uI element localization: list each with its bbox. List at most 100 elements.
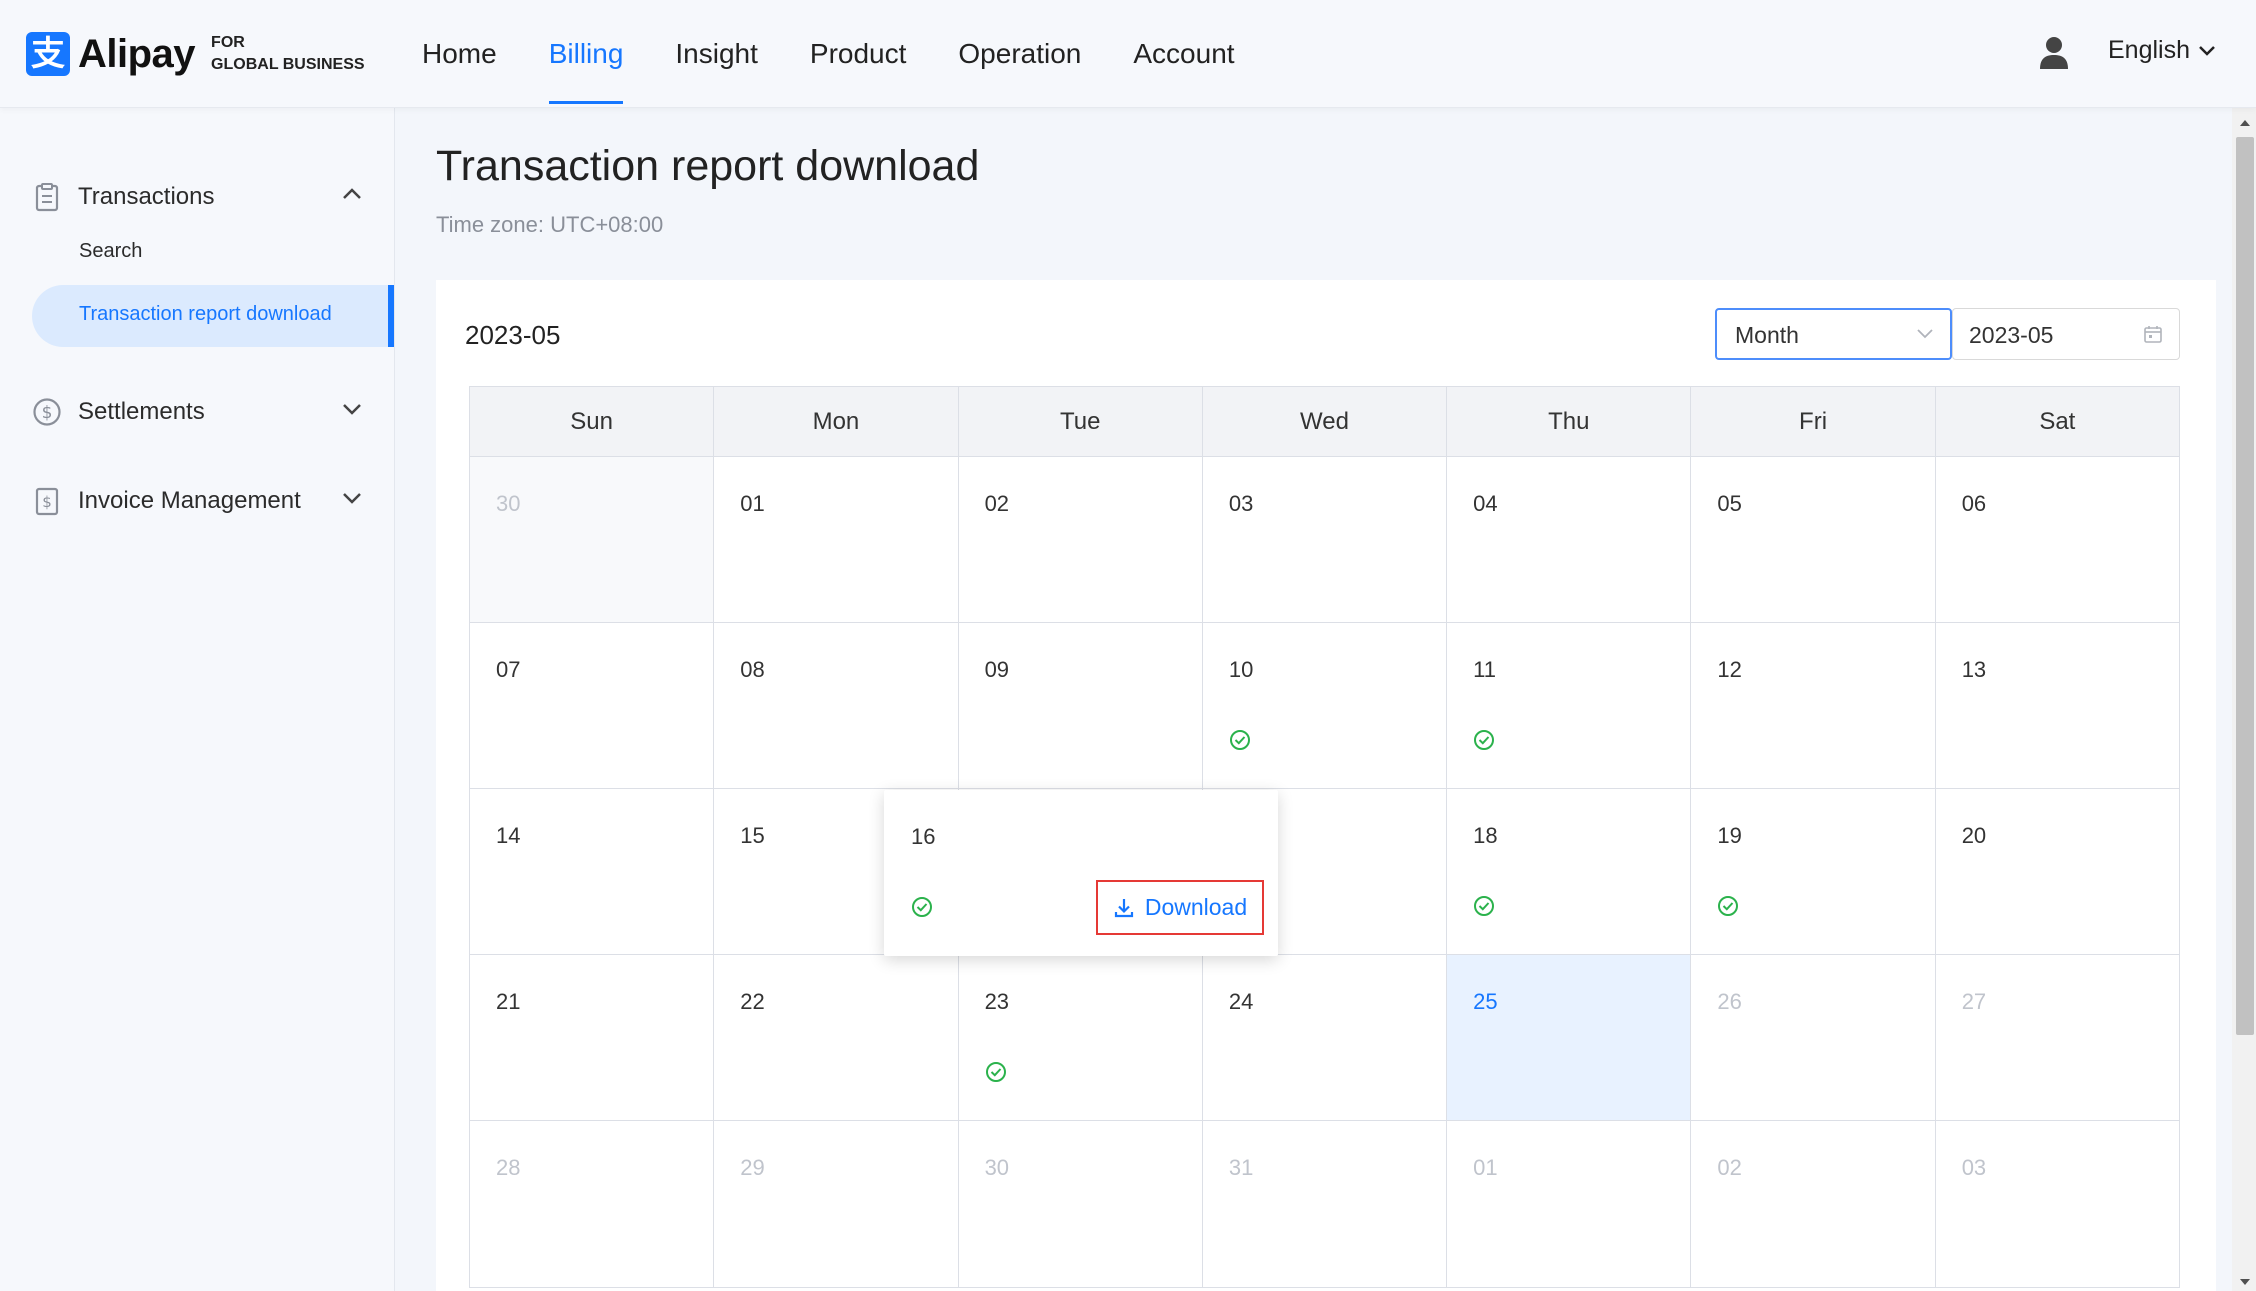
check-circle-icon: [1229, 730, 1250, 750]
calendar-day-cell[interactable]: 05: [1691, 457, 1936, 622]
scroll-down-arrow-icon[interactable]: [2238, 1277, 2252, 1287]
nav-insight[interactable]: Insight: [675, 0, 758, 108]
calendar-day-cell[interactable]: 22: [714, 955, 959, 1120]
calendar-day-cell[interactable]: 13: [1935, 623, 2179, 788]
nav-operation[interactable]: Operation: [958, 0, 1081, 108]
calendar-day-cell[interactable]: 12: [1691, 623, 1936, 788]
nav-home[interactable]: Home: [422, 0, 497, 108]
calendar-day-cell[interactable]: 28: [470, 1121, 715, 1287]
calendar-day-cell[interactable]: 08: [714, 623, 959, 788]
day-number: 10: [1228, 657, 1254, 682]
sidebar-group-settlements[interactable]: $ Settlements: [32, 392, 362, 432]
calendar-weekday-header: Sun Mon Tue Wed Thu Fri Sat: [470, 387, 2179, 457]
calendar-day-cell[interactable]: 07: [470, 623, 715, 788]
calendar-day-cell[interactable]: 10: [1202, 623, 1448, 788]
alipay-logo-text: Alipay: [78, 31, 196, 76]
logo-subtitle: FOR GLOBAL BUSINESS: [211, 32, 365, 76]
calendar-day-cell[interactable]: 23: [958, 955, 1203, 1120]
day-number: 20: [1961, 823, 1987, 848]
weekday-header: Tue: [959, 387, 1203, 456]
invoice-icon: $: [35, 487, 59, 516]
day-number: 13: [1961, 657, 1987, 682]
sidebar-item-transaction-report-download[interactable]: Transaction report download: [32, 285, 394, 347]
calendar-day-cell[interactable]: 06: [1935, 457, 2179, 622]
day-number: 19: [1717, 823, 1742, 848]
user-icon[interactable]: [2038, 36, 2070, 70]
calendar-day-cell[interactable]: 29: [714, 1121, 959, 1287]
nav-account[interactable]: Account: [1133, 0, 1234, 108]
day-number: 14: [496, 823, 521, 848]
calendar-day-cell[interactable]: 31: [1202, 1121, 1448, 1287]
scrollbar-thumb[interactable]: [2236, 137, 2254, 1035]
day-number: 05: [1717, 491, 1742, 516]
day-number: 27: [1961, 989, 1987, 1014]
calendar-day-cell[interactable]: 20: [1935, 789, 2179, 954]
calendar-day-cell[interactable]: 01: [714, 457, 959, 622]
day-number: 11: [1473, 657, 1496, 682]
calendar-day-cell[interactable]: 14: [470, 789, 715, 954]
calendar-body: 3001020304050607080910111213141516171819…: [470, 457, 2179, 1287]
sidebar-item-label: Transaction report download: [79, 303, 332, 325]
nav-billing[interactable]: Billing: [548, 0, 623, 108]
calendar-day-cell-today[interactable]: 25: [1447, 955, 1692, 1120]
calendar-day-cell[interactable]: 11: [1447, 623, 1692, 788]
download-icon: [1114, 898, 1133, 917]
alipay-logo[interactable]: 支 Alipay FOR GLOBAL BUSINESS: [26, 30, 365, 78]
calendar-day-cell[interactable]: 18: [1447, 789, 1692, 954]
calendar-grid: Sun Mon Tue Wed Thu Fri Sat 30 01 02 03 04 05 06 07 08…: [469, 386, 2180, 1288]
day-number: 04: [1473, 491, 1498, 516]
download-button[interactable]: Download: [1096, 880, 1264, 935]
weekday-header: Sat: [2039, 408, 2076, 435]
sidebar-group-invoice-management[interactable]: $ Invoice Management: [32, 481, 362, 521]
day-number: 15: [740, 823, 765, 848]
calendar-day-cell[interactable]: 04: [1447, 457, 1692, 622]
calendar-day-cell[interactable]: 02: [1691, 1121, 1936, 1287]
month-picker[interactable]: 2023-05: [1952, 308, 2180, 360]
chevron-up-icon: [343, 188, 361, 199]
calendar-day-cell[interactable]: 27: [1935, 955, 2179, 1120]
svg-text:$: $: [42, 493, 52, 511]
calendar-day-cell[interactable]: 26: [1691, 955, 1936, 1120]
calendar-day-cell[interactable]: 30: [470, 457, 715, 622]
period-select-value: Month: [1735, 322, 1799, 348]
period-select[interactable]: Month: [1715, 308, 1952, 360]
svg-text:$: $: [42, 403, 53, 423]
calendar-day-cell[interactable]: 21: [470, 955, 715, 1120]
day-number: 08: [740, 657, 765, 682]
month-picker-value: 2023-05: [1969, 322, 2054, 348]
chevron-down-icon: [2199, 45, 2215, 56]
day-hover-popup: 16 Download: [884, 790, 1278, 956]
calendar-day-cell[interactable]: 02: [958, 457, 1203, 622]
chevron-down-icon: [343, 404, 361, 415]
day-number: 07: [496, 657, 521, 682]
sidebar-group-settlements-label: Settlements: [78, 398, 205, 425]
logo-subtitle-line1: FOR: [211, 34, 245, 51]
calendar-week-row: 30 01 02 03 04 05 06: [470, 457, 2179, 623]
calendar-day-cell[interactable]: 24: [1202, 955, 1448, 1120]
calendar-day-cell[interactable]: 09: [958, 623, 1203, 788]
sidebar-group-invoice-label: Invoice Management: [78, 487, 301, 514]
calendar-day-cell[interactable]: 01: [1447, 1121, 1692, 1287]
scroll-up-arrow-icon[interactable]: [2238, 118, 2252, 128]
calendar-day-cell[interactable]: 30: [958, 1121, 1203, 1287]
calendar-day-cell[interactable]: 19: [1691, 789, 1936, 954]
clipboard-icon: [35, 183, 59, 212]
calendar-day-cell[interactable]: 03: [1202, 457, 1448, 622]
day-number: 22: [740, 989, 765, 1014]
chevron-down-icon: [1917, 329, 1933, 339]
day-number: 30: [984, 1155, 1010, 1180]
language-selector[interactable]: English: [2108, 36, 2216, 65]
day-number: 06: [1961, 491, 1987, 516]
day-number: 26: [1717, 989, 1742, 1014]
sidebar-item-search[interactable]: Search: [79, 240, 142, 263]
sidebar-group-transactions[interactable]: Transactions: [32, 177, 362, 217]
weekday-header: Thu: [1447, 387, 1692, 456]
alipay-logo-mark: 支: [26, 32, 70, 76]
day-number: 25: [1473, 989, 1498, 1014]
calendar-card: 2023-05 Month 2023-05 Sun Mon Tue Wed Thu Fri…: [436, 280, 2216, 1291]
weekday-header: Fri: [1691, 387, 1936, 456]
calendar-day-cell[interactable]: 03: [1935, 1121, 2179, 1287]
nav-product[interactable]: Product: [810, 0, 907, 108]
check-circle-icon: [1474, 730, 1495, 750]
calendar-week-row: 28 29 30 31 01 02 03: [470, 1121, 2179, 1287]
